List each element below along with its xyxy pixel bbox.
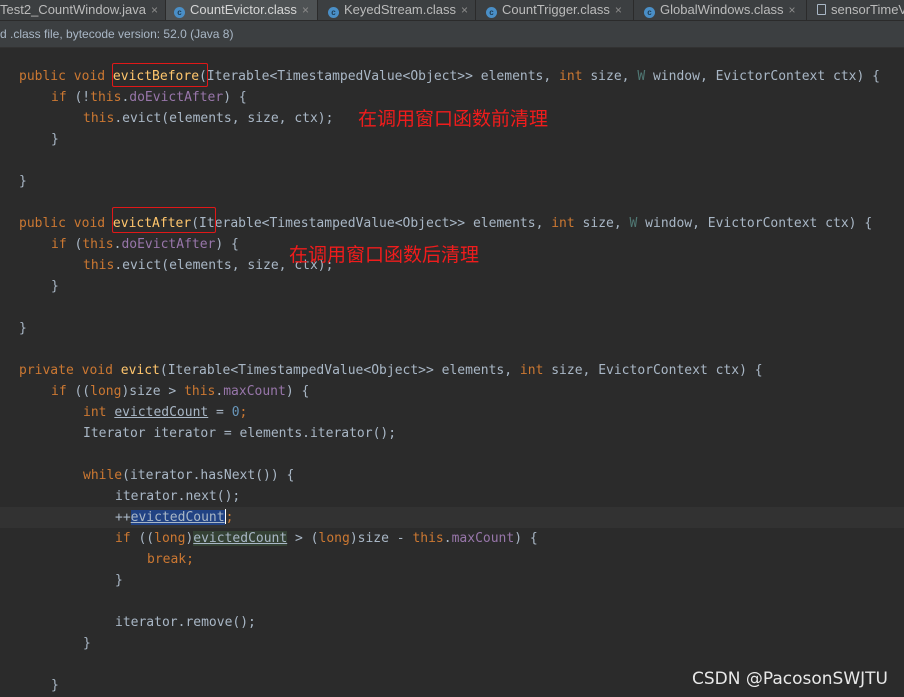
evict-before-highlight-box [112,63,208,87]
close-icon[interactable]: × [615,3,622,17]
class-file-icon: c [328,7,339,18]
code-line: } [19,174,27,189]
code-line: if ((long)size > this.maxCount) { [51,384,310,399]
code-line: if (!this.doEvictAfter) { [51,90,247,105]
code-line: private void evict(Iterable<TimestampedV… [19,363,763,378]
class-file-icon: c [174,7,185,18]
code-line: } [83,636,91,651]
code-line: } [51,132,59,147]
tab-label: GlobalWindows.class [660,2,784,17]
tab-sensortime[interactable]: sensorTimeV [807,0,904,20]
code-line: iterator.next(); [115,489,241,504]
code-line: if ((long)evictedCount > (long)size - th… [115,531,538,546]
code-line: break; [147,552,194,567]
code-line: } [51,678,59,693]
annotation-evict-after: 在调用窗口函数后清理 [289,244,480,266]
code-line: } [51,279,59,294]
tab-label: CountEvictor.class [190,2,297,17]
close-icon[interactable]: × [461,3,468,17]
class-file-icon: c [486,7,497,18]
code-line: iterator.remove(); [115,615,256,630]
tab-label: CountTrigger.class [502,2,610,17]
selected-identifier: evictedCount [130,510,225,525]
tab-counttrigger[interactable]: c CountTrigger.class × [476,0,634,20]
tab-countevictor[interactable]: c CountEvictor.class × [166,0,318,20]
tab-test2-countwindow[interactable]: Test2_CountWindow.java × [0,0,166,20]
tab-label: Test2_CountWindow.java [0,2,146,17]
tab-keyedstream[interactable]: c KeyedStream.class × [318,0,476,20]
close-icon[interactable]: × [151,3,158,17]
close-icon[interactable]: × [302,3,309,17]
editor-tab-bar: Test2_CountWindow.java × c CountEvictor.cl… [0,0,904,21]
annotation-evict-before: 在调用窗口函数前清理 [358,108,549,130]
code-editor[interactable]: public void evictBefore(Iterable<Timesta… [0,49,904,697]
code-line: int evictedCount = 0; [83,405,248,420]
close-icon[interactable]: × [789,3,796,17]
tab-globalwindows[interactable]: c GlobalWindows.class × [634,0,807,20]
code-line: Iterator iterator = elements.iterator(); [83,426,397,441]
bytecode-info-text: d .class file, bytecode version: 52.0 (J… [0,27,234,41]
code-line: if (this.doEvictAfter) { [51,237,239,252]
tab-label: sensorTimeV [831,2,904,17]
code-line: while(iterator.hasNext()) { [83,468,295,483]
code-line: this.evict(elements, size, ctx); [83,111,334,126]
file-icon [817,4,826,15]
evict-after-highlight-box [112,207,216,233]
code-line: } [19,321,27,336]
class-file-icon: c [644,7,655,18]
watermark: CSDN @PacosonSWJTU [692,669,888,689]
tab-label: KeyedStream.class [344,2,456,17]
code-line: } [115,573,123,588]
code-line: ++evictedCount; [115,509,234,525]
decompiled-info-bar: d .class file, bytecode version: 52.0 (J… [0,21,904,48]
